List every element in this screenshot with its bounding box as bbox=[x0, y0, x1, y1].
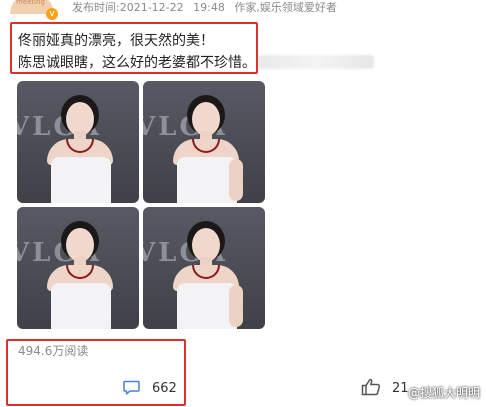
publish-time: 19:48 bbox=[193, 1, 225, 14]
verified-icon: v bbox=[46, 8, 58, 20]
figure-arm bbox=[229, 285, 243, 327]
photo-2[interactable]: VLGA bbox=[143, 81, 265, 203]
photo-3[interactable]: VLGA bbox=[17, 207, 139, 329]
post-meta: 发布时间:2021-12-22 19:48 作家,娱乐领域爱好者 bbox=[72, 0, 337, 15]
highlight-box-stats bbox=[6, 339, 186, 406]
watermark-text: @搜狐大明明 bbox=[408, 386, 481, 400]
highlight-box-post bbox=[10, 22, 258, 74]
figure-dress bbox=[51, 157, 111, 203]
author-description: 作家,娱乐领域爱好者 bbox=[234, 1, 337, 14]
avatar-text: meeting bbox=[16, 0, 46, 6]
photo-4[interactable]: VLGA bbox=[143, 207, 265, 329]
publish-date: 2021-12-22 bbox=[119, 1, 184, 14]
figure-arm bbox=[229, 159, 243, 201]
figure-dress bbox=[51, 283, 111, 329]
photo-1[interactable]: VLGA bbox=[17, 81, 139, 203]
figure-dress bbox=[177, 283, 237, 329]
thumbs-up-icon[interactable] bbox=[361, 378, 381, 396]
blurred-text bbox=[258, 55, 374, 69]
figure-dress bbox=[177, 157, 237, 203]
photo-grid: VLGA VLGA VLGA VLGA bbox=[17, 81, 265, 330]
publish-label: 发布时间: bbox=[72, 1, 120, 14]
like-count[interactable]: 21 bbox=[392, 381, 409, 396]
